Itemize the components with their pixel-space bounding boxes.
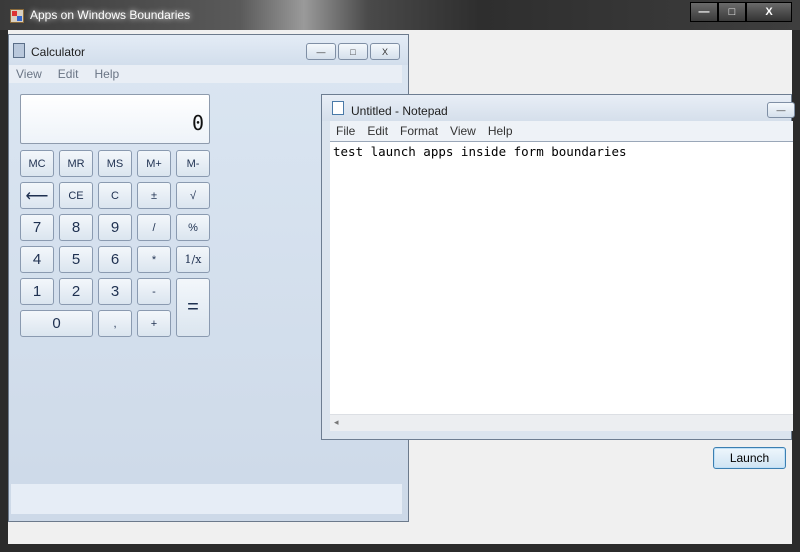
ce-button[interactable]: CE: [59, 182, 93, 209]
digit-9-button[interactable]: 9: [98, 214, 132, 241]
calculator-icon: [13, 43, 25, 58]
menu-view[interactable]: View: [16, 67, 42, 81]
digit-6-button[interactable]: 6: [98, 246, 132, 273]
digit-5-button[interactable]: 5: [59, 246, 93, 273]
menu-help[interactable]: Help: [488, 124, 513, 138]
close-button[interactable]: X: [746, 2, 792, 22]
digit-7-button[interactable]: 7: [20, 214, 54, 241]
menu-view[interactable]: View: [450, 124, 476, 138]
horizontal-scrollbar[interactable]: ◂: [330, 414, 793, 431]
mc-button[interactable]: MC: [20, 150, 54, 177]
plus-minus-button[interactable]: ±: [137, 182, 171, 209]
menu-edit[interactable]: Edit: [58, 67, 79, 81]
notepad-window: Untitled - Notepad — File Edit Format Vi…: [321, 94, 795, 440]
host-title-bar[interactable]: Apps on Windows Boundaries — □ X: [0, 0, 800, 30]
host-window: Apps on Windows Boundaries — □ X Calcula…: [0, 0, 800, 552]
digit-8-button[interactable]: 8: [59, 214, 93, 241]
menu-file[interactable]: File: [336, 124, 355, 138]
mr-button[interactable]: MR: [59, 150, 93, 177]
sqrt-button[interactable]: √: [176, 182, 210, 209]
menu-edit[interactable]: Edit: [367, 124, 388, 138]
notepad-title-bar[interactable]: Untitled - Notepad —: [322, 95, 795, 121]
launch-button[interactable]: Launch: [713, 447, 786, 469]
calculator-title: Calculator: [31, 45, 86, 59]
calculator-minimize-button[interactable]: —: [306, 43, 336, 60]
notepad-icon: [332, 101, 344, 115]
notepad-menu-bar: File Edit Format View Help: [330, 121, 793, 141]
scroll-left-icon[interactable]: ◂: [334, 417, 339, 428]
digit-1-button[interactable]: 1: [20, 278, 54, 305]
calculator-maximize-button[interactable]: □: [338, 43, 368, 60]
multiply-button[interactable]: *: [137, 246, 171, 273]
backspace-button[interactable]: ⟵: [20, 182, 54, 209]
clear-button[interactable]: C: [98, 182, 132, 209]
host-window-title: Apps on Windows Boundaries: [30, 8, 191, 22]
notepad-title: Untitled - Notepad: [351, 104, 448, 118]
calculator-status-area: [11, 484, 402, 514]
digit-3-button[interactable]: 3: [98, 278, 132, 305]
menu-format[interactable]: Format: [400, 124, 438, 138]
digit-4-button[interactable]: 4: [20, 246, 54, 273]
add-button[interactable]: +: [137, 310, 171, 337]
percent-button[interactable]: %: [176, 214, 210, 241]
calculator-menu-bar: View Edit Help: [9, 65, 402, 83]
notepad-text: test launch apps inside form boundaries: [333, 144, 627, 159]
decimal-button[interactable]: ,: [98, 310, 132, 337]
digit-0-button[interactable]: 0: [20, 310, 93, 337]
reciprocal-button[interactable]: 1/x: [176, 246, 210, 273]
m-plus-button[interactable]: M+: [137, 150, 171, 177]
digit-2-button[interactable]: 2: [59, 278, 93, 305]
m-minus-button[interactable]: M-: [176, 150, 210, 177]
equals-button[interactable]: =: [176, 278, 210, 337]
notepad-text-area[interactable]: test launch apps inside form boundaries: [330, 141, 793, 414]
display-value: 0: [191, 111, 204, 135]
subtract-button[interactable]: -: [137, 278, 171, 305]
divide-button[interactable]: /: [137, 214, 171, 241]
calculator-title-bar[interactable]: Calculator — □ X: [9, 35, 408, 65]
ms-button[interactable]: MS: [98, 150, 132, 177]
app-icon: [10, 9, 24, 23]
notepad-minimize-button[interactable]: —: [767, 102, 795, 118]
maximize-button[interactable]: □: [718, 2, 746, 22]
minimize-button[interactable]: —: [690, 2, 718, 22]
menu-help[interactable]: Help: [94, 67, 119, 81]
host-client-area: Calculator — □ X View Edit Help 0 MC MR …: [8, 30, 795, 544]
calculator-caption-buttons: — □ X: [306, 43, 400, 60]
host-caption-buttons: — □ X: [690, 2, 792, 22]
calculator-display: 0: [20, 94, 210, 144]
calculator-close-button[interactable]: X: [370, 43, 400, 60]
